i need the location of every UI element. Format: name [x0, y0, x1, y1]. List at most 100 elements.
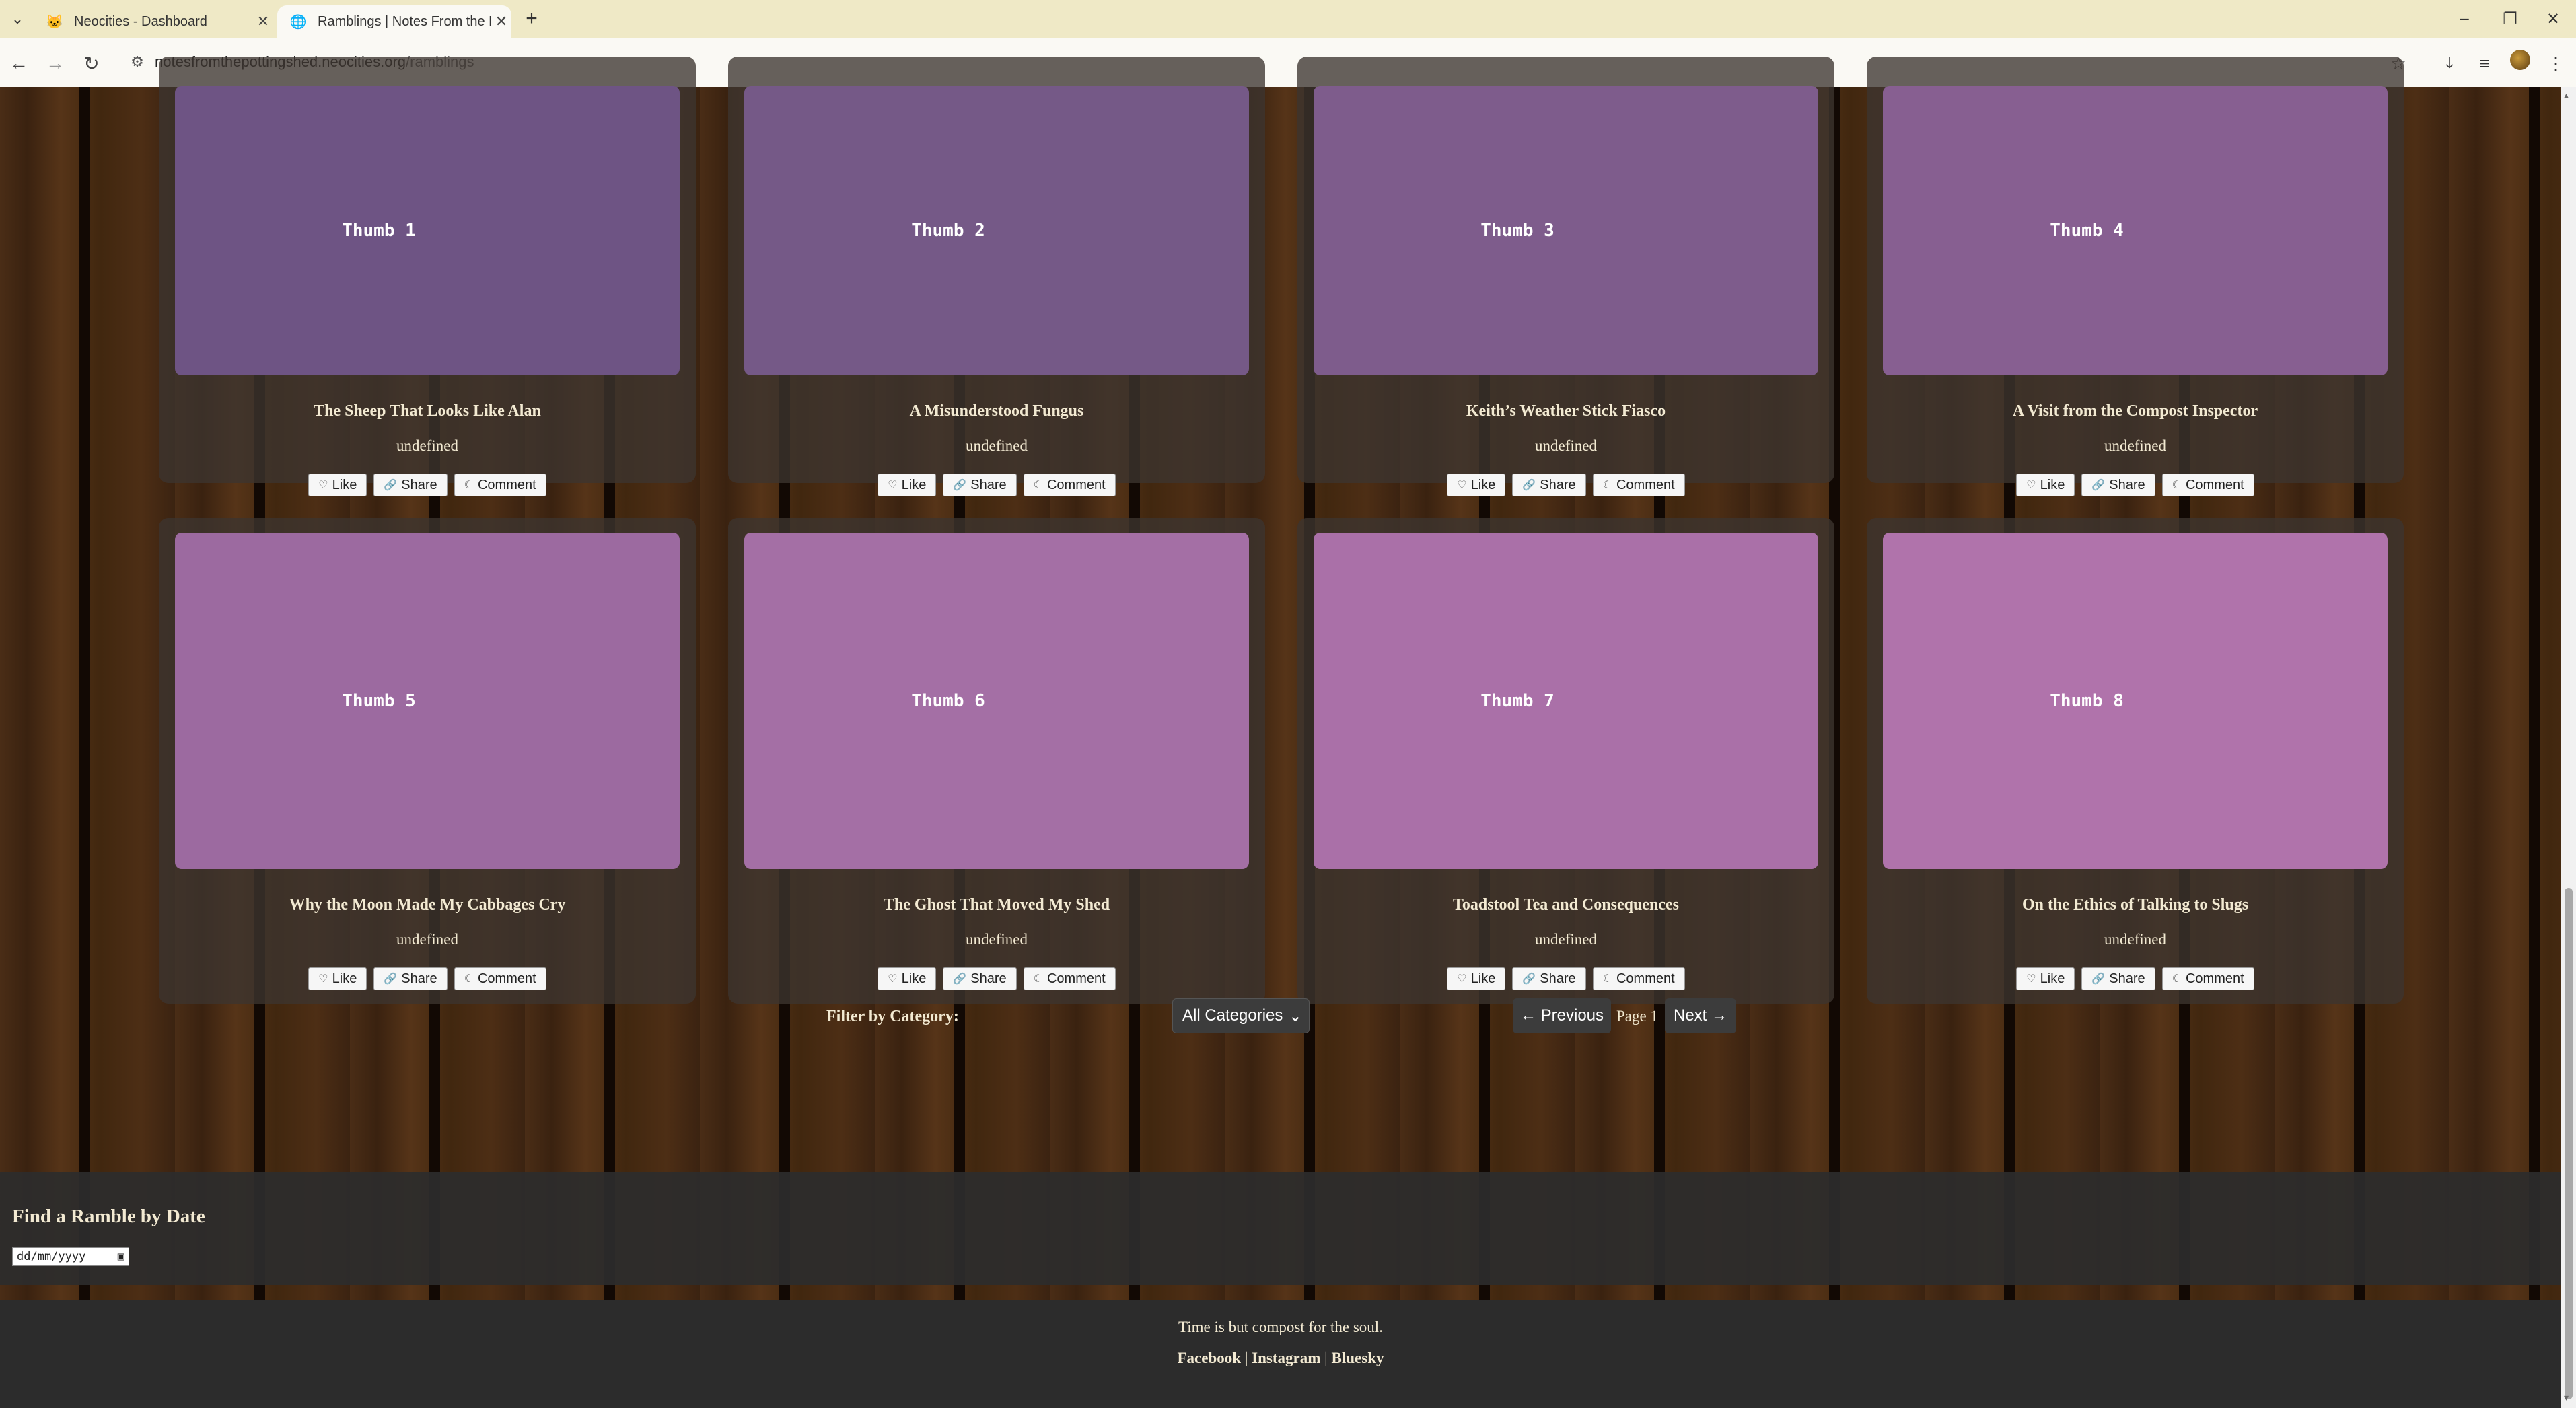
- share-label: Share: [2109, 477, 2145, 492]
- filter-label: Filter by Category:: [826, 1008, 959, 1025]
- moon-icon: ☾: [1033, 480, 1043, 491]
- like-label: Like: [901, 971, 927, 986]
- heart-icon: ♡: [318, 973, 328, 985]
- link-icon: 🔗: [953, 973, 967, 985]
- restore-icon[interactable]: ❐: [2490, 5, 2530, 32]
- scroll-down-arrow-icon[interactable]: ▾: [2564, 1393, 2569, 1404]
- window-close-icon[interactable]: ✕: [2533, 5, 2573, 32]
- card-thumbnail[interactable]: Thumb 7: [1314, 533, 1818, 869]
- close-tab-icon[interactable]: ✕: [491, 13, 511, 30]
- profile-avatar[interactable]: [2510, 50, 2530, 70]
- comment-button[interactable]: ☾ Comment: [1023, 474, 1116, 496]
- heart-icon: ♡: [888, 973, 898, 985]
- thumbnail-label: Thumb 8: [2050, 691, 2124, 711]
- tab-neocities-dashboard[interactable]: 🐱 Neocities - Dashboard ✕: [34, 5, 273, 38]
- like-button[interactable]: ♡ Like: [2016, 967, 2075, 990]
- share-label: Share: [401, 477, 437, 492]
- next-page-button[interactable]: Next →: [1665, 998, 1736, 1033]
- comment-label: Comment: [1046, 971, 1106, 986]
- share-button[interactable]: 🔗 Share: [1512, 967, 1586, 990]
- share-label: Share: [401, 971, 437, 986]
- card-thumbnail[interactable]: Thumb 8: [1883, 533, 2388, 869]
- card-meta: undefined: [966, 437, 1028, 454]
- like-button[interactable]: ♡ Like: [1447, 967, 1506, 990]
- comment-button[interactable]: ☾ Comment: [2161, 967, 2254, 990]
- comment-button[interactable]: ☾ Comment: [454, 967, 546, 990]
- share-button[interactable]: 🔗 Share: [1512, 474, 1586, 496]
- comment-button[interactable]: ☾ Comment: [2161, 474, 2254, 496]
- like-button[interactable]: ♡ Like: [2016, 474, 2075, 496]
- card-thumbnail[interactable]: Thumb 1: [175, 86, 680, 375]
- facebook-link[interactable]: Facebook: [1178, 1349, 1242, 1366]
- site-info-icon[interactable]: ⚙: [128, 52, 147, 71]
- card-title[interactable]: On the Ethics of Talking to Slugs: [1867, 896, 2404, 914]
- download-icon[interactable]: ⤓: [2436, 50, 2463, 77]
- neocities-cat-icon: 🐱: [46, 14, 63, 30]
- card-title[interactable]: A Misunderstood Fungus: [728, 402, 1265, 420]
- share-button[interactable]: 🔗 Share: [943, 967, 1017, 990]
- back-icon[interactable]: ←: [5, 50, 32, 77]
- card-title[interactable]: A Visit from the Compost Inspector: [1867, 402, 2404, 420]
- card-title[interactable]: The Sheep That Looks Like Alan: [159, 402, 696, 420]
- date-input-placeholder: dd/mm/yyyy: [17, 1250, 86, 1263]
- thumbnail-label: Thumb 5: [342, 691, 416, 711]
- share-button[interactable]: 🔗 Share: [373, 474, 448, 496]
- calendar-icon[interactable]: ▣: [118, 1250, 124, 1263]
- card-thumbnail[interactable]: Thumb 2: [744, 86, 1249, 375]
- rambling-card: Thumb 1 The Sheep That Looks Like Alan und…: [159, 57, 696, 496]
- reload-icon[interactable]: ↻: [78, 50, 105, 77]
- comment-label: Comment: [2185, 477, 2244, 492]
- card-title[interactable]: Why the Moon Made My Cabbages Cry: [159, 896, 696, 914]
- like-button[interactable]: ♡ Like: [308, 474, 367, 496]
- media-controls-icon[interactable]: ≡: [2471, 50, 2498, 77]
- like-button[interactable]: ♡ Like: [1447, 474, 1506, 496]
- card-thumbnail[interactable]: Thumb 5: [175, 533, 680, 869]
- bluesky-link[interactable]: Bluesky: [1332, 1349, 1384, 1366]
- like-button[interactable]: ♡ Like: [308, 967, 367, 990]
- card-title[interactable]: Keith’s Weather Stick Fiasco: [1297, 402, 1834, 420]
- like-button[interactable]: ♡ Like: [878, 967, 937, 990]
- moon-icon: ☾: [464, 480, 474, 491]
- card-actions: ♡ Like 🔗 Share ☾ Comment: [728, 474, 1265, 496]
- comment-button[interactable]: ☾ Comment: [1592, 474, 1685, 496]
- share-label: Share: [970, 477, 1007, 492]
- like-label: Like: [901, 477, 927, 492]
- tab-search-icon[interactable]: ⌄: [7, 8, 28, 30]
- thumbnail-label: Thumb 7: [1480, 691, 1554, 711]
- card-thumbnail[interactable]: Thumb 3: [1314, 86, 1818, 375]
- card-actions: ♡ Like 🔗 Share ☾ Comment: [1297, 474, 1834, 496]
- comment-button[interactable]: ☾ Comment: [454, 474, 546, 496]
- link-icon: 🔗: [1522, 480, 1536, 491]
- comment-button[interactable]: ☾ Comment: [1592, 967, 1685, 990]
- share-button[interactable]: 🔗 Share: [2081, 474, 2155, 496]
- moon-icon: ☾: [2172, 973, 2182, 985]
- share-button[interactable]: 🔗 Share: [373, 967, 448, 990]
- share-button[interactable]: 🔗 Share: [943, 474, 1017, 496]
- minimize-icon[interactable]: –: [2444, 5, 2484, 32]
- scrollbar-thumb[interactable]: [2565, 888, 2573, 1399]
- tab-ramblings[interactable]: 🌐 Ramblings | Notes From the Po ✕: [277, 5, 511, 38]
- comment-label: Comment: [1046, 477, 1106, 492]
- moon-icon: ☾: [2172, 480, 2182, 491]
- previous-page-button[interactable]: ← Previous: [1513, 998, 1611, 1033]
- like-button[interactable]: ♡ Like: [878, 474, 937, 496]
- new-tab-icon[interactable]: +: [520, 7, 544, 31]
- comment-button[interactable]: ☾ Comment: [1023, 967, 1116, 990]
- card-title[interactable]: The Ghost That Moved My Shed: [728, 896, 1265, 914]
- card-thumbnail[interactable]: Thumb 4: [1883, 86, 2388, 375]
- close-tab-icon[interactable]: ✕: [253, 13, 273, 30]
- link-icon: 🔗: [2091, 480, 2106, 491]
- scroll-up-arrow-icon[interactable]: ▴: [2564, 90, 2569, 102]
- menu-kebab-icon[interactable]: ⋮: [2542, 50, 2569, 77]
- category-select[interactable]: All Categories ⌄: [1172, 998, 1310, 1033]
- instagram-link[interactable]: Instagram: [1252, 1349, 1320, 1366]
- forward-icon[interactable]: →: [42, 50, 69, 77]
- card-meta: undefined: [1535, 437, 1597, 454]
- moon-icon: ☾: [1602, 480, 1612, 491]
- tab-title: Ramblings | Notes From the Po: [318, 13, 491, 29]
- card-thumbnail[interactable]: Thumb 6: [744, 533, 1249, 869]
- separator: |: [1241, 1349, 1252, 1366]
- share-button[interactable]: 🔗 Share: [2081, 967, 2155, 990]
- card-title[interactable]: Toadstool Tea and Consequences: [1297, 896, 1834, 914]
- date-input[interactable]: dd/mm/yyyy ▣: [12, 1247, 129, 1266]
